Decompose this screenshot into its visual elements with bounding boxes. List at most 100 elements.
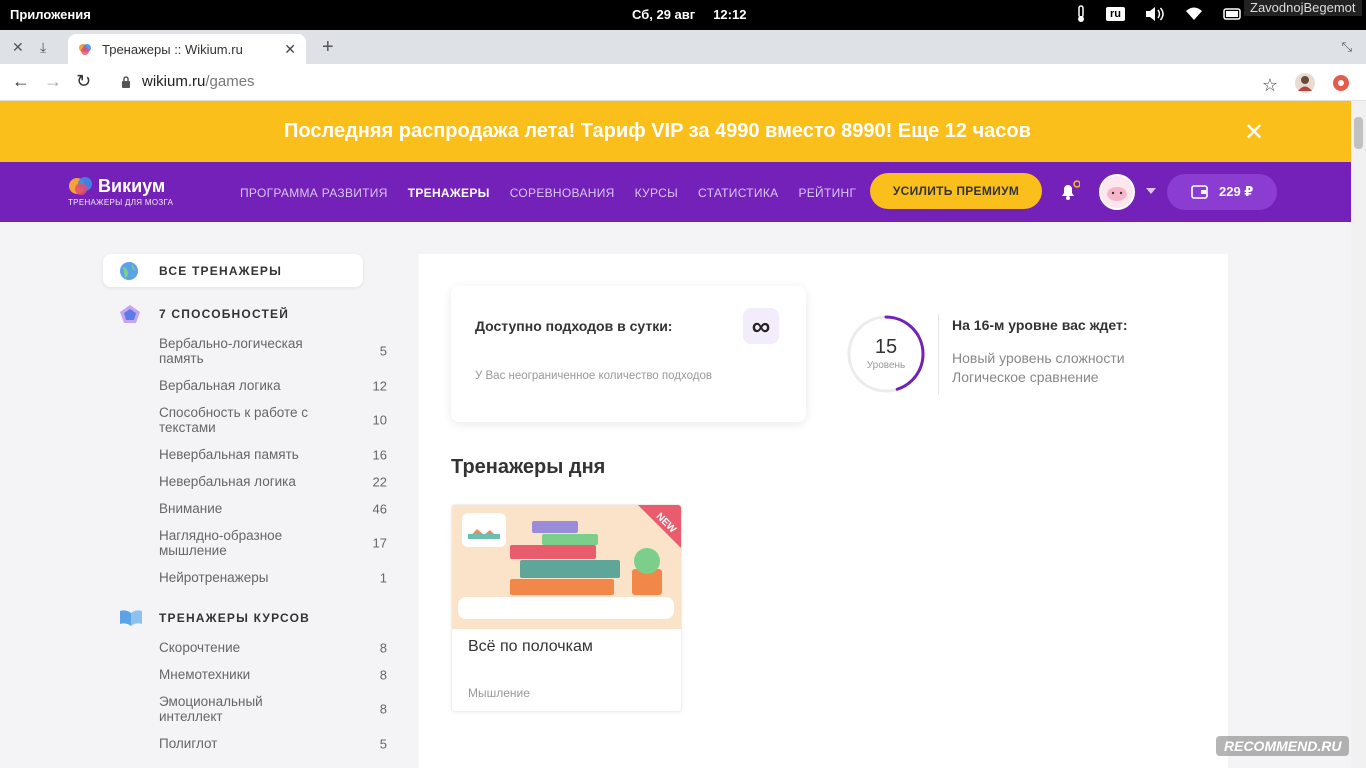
list-item-count: 5 [379, 343, 387, 359]
sidebar-abilities-title: 7 СПОСОБНОСТЕЙ [159, 307, 290, 321]
promo-banner[interactable]: Последняя распродажа лета! Тариф VIP за … [0, 101, 1351, 162]
os-time: 12:12 [713, 7, 747, 22]
keyboard-layout-indicator[interactable]: ru [1106, 7, 1125, 21]
main-nav: ПРОГРАММА РАЗВИТИЯ ТРЕНАЖЕРЫ СОРЕВНОВАНИ… [240, 186, 856, 200]
extension-icon[interactable] [1332, 74, 1350, 97]
game-card[interactable]: NEW Всё по полочкам Мышление [451, 504, 682, 712]
list-item-label: Способность к работе с текстами [159, 405, 309, 435]
profile-avatar-icon[interactable] [1294, 72, 1316, 99]
globe-icon [120, 262, 138, 280]
list-item-label: Внимание [159, 501, 223, 516]
list-item-label: Невербальная память [159, 447, 299, 462]
sidebar-item-neurotrainers[interactable]: Нейротренажеры 1 [159, 570, 389, 585]
close-tab-icon[interactable]: ✕ [284, 41, 296, 58]
os-clock[interactable]: Сб, 29 авг 12:12 [632, 7, 764, 22]
os-date: Сб, 29 авг [632, 7, 696, 22]
wikium-favicon-icon [79, 44, 91, 55]
scrollbar-thumb[interactable] [1354, 117, 1363, 149]
list-item-count: 5 [379, 736, 387, 751]
thermometer-icon[interactable] [1076, 5, 1086, 23]
close-icon[interactable]: ✕ [1244, 118, 1264, 147]
nav-development-program[interactable]: ПРОГРАММА РАЗВИТИЯ [240, 186, 388, 200]
sidebar-item-polyglot[interactable]: Полиглот 5 [159, 736, 389, 751]
list-item-count: 16 [372, 447, 387, 462]
reload-icon[interactable]: ↻ [76, 71, 91, 92]
watermark-logo: RECOMMEND.RU [1216, 736, 1350, 756]
list-item-label: Полиглот [159, 736, 218, 751]
browser-toolbar-right: ☆ [1262, 72, 1350, 99]
nav-competitions[interactable]: СОРЕВНОВАНИЯ [510, 186, 615, 200]
close-window-icon[interactable]: ✕ [12, 39, 24, 56]
sidebar-item-nonverbal-logic[interactable]: Невербальная логика 22 [159, 474, 389, 489]
chevron-down-icon[interactable] [1146, 188, 1156, 194]
site-header: Викиум ТРЕНАЖЕРЫ ДЛЯ МОЗГА ПРОГРАММА РАЗ… [0, 162, 1351, 222]
pentagon-icon [120, 305, 140, 323]
list-item-label: Наглядно-образное мышление [159, 528, 283, 558]
volume-icon[interactable] [1145, 6, 1165, 22]
sidebar-item-all-trainers[interactable]: ВСЕ ТРЕНАЖЕРЫ [103, 254, 363, 287]
list-item-count: 8 [379, 667, 387, 682]
level-number: 15 [874, 336, 898, 358]
game-illustration: NEW [452, 505, 681, 629]
list-item-label: Невербальная логика [159, 474, 296, 489]
divider [938, 314, 939, 394]
level-label: Уровень [866, 360, 906, 371]
nav-courses[interactable]: КУРСЫ [635, 186, 678, 200]
next-level-item: Новый уровень сложности [952, 350, 1125, 366]
browser-tab-bar: ✕ ⤓ Тренажеры :: Wikium.ru ✕ + ⤡ [0, 30, 1366, 64]
url-host: wikium.ru [142, 73, 206, 90]
next-level-item: Логическое сравнение [952, 369, 1099, 385]
list-item-count: 8 [379, 701, 387, 717]
os-user-name[interactable]: ZavodnojBegemot [1244, 0, 1362, 16]
nav-statistics[interactable]: СТАТИСТИКА [698, 186, 778, 200]
restore-window-icon[interactable]: ⤡ [1342, 39, 1352, 55]
bookmark-star-icon[interactable]: ☆ [1262, 75, 1278, 96]
wallet-icon [1191, 185, 1208, 199]
nav-rating[interactable]: РЕЙТИНГ [798, 186, 856, 200]
balance-button[interactable]: 229 ₽ [1167, 174, 1277, 210]
main-panel: Доступно подходов в сутки: ∞ У Вас неогр… [419, 254, 1228, 768]
list-item-count: 1 [379, 570, 387, 585]
address-bar: ← → ↻ wikium.ru/games ☆ [0, 64, 1366, 101]
forward-arrow-icon[interactable]: → [44, 71, 62, 92]
user-avatar[interactable] [1099, 174, 1135, 210]
new-tab-button[interactable]: + [322, 36, 334, 59]
promo-text[interactable]: Последняя распродажа лета! Тариф VIP за … [0, 120, 1315, 143]
url-path: /games [205, 73, 255, 90]
list-item-label: Мнемотехники [159, 667, 251, 682]
sidebar-item-nonverbal-memory[interactable]: Невербальная память 16 [159, 447, 389, 462]
logo-tagline: ТРЕНАЖЕРЫ ДЛЯ МОЗГА [68, 198, 174, 207]
sidebar-item-mnemonics[interactable]: Мнемотехники 8 [159, 667, 389, 682]
list-item-count: 8 [379, 640, 387, 655]
page-scrollbar[interactable] [1351, 101, 1366, 768]
open-book-icon [120, 610, 142, 626]
sidebar-item-verbal-logical-memory[interactable]: Вербально-логическая память 5 [159, 336, 389, 366]
sidebar-item-attention[interactable]: Внимание 46 [159, 501, 389, 516]
battery-icon[interactable] [1223, 6, 1243, 22]
sidebar-courses-title: ТРЕНАЖЕРЫ КУРСОВ [159, 611, 310, 625]
applications-menu[interactable]: Приложения [10, 7, 91, 22]
sidebar-all-label: ВСЕ ТРЕНАЖЕРЫ [159, 264, 283, 278]
sidebar-item-emotional-intelligence[interactable]: Эмоциональный интеллект 8 [159, 694, 389, 724]
back-arrow-icon[interactable]: ← [12, 71, 30, 92]
wifi-icon[interactable] [1185, 7, 1203, 21]
url-field[interactable]: wikium.ru/games [142, 73, 255, 90]
list-item-count: 17 [372, 535, 387, 551]
list-item-count: 46 [372, 501, 387, 516]
logo-name: Викиум [98, 176, 166, 196]
download-icon[interactable]: ⤓ [40, 39, 46, 56]
lock-icon[interactable] [121, 76, 131, 94]
boost-premium-button[interactable]: УСИЛИТЬ ПРЕМИУМ [870, 173, 1042, 209]
attempts-card: Доступно подходов в сутки: ∞ У Вас неогр… [451, 286, 806, 422]
list-item-label: Вербально-логическая память [159, 336, 303, 366]
nav-trainers[interactable]: ТРЕНАЖЕРЫ [408, 186, 490, 200]
logo-icon [69, 177, 92, 195]
browser-tab[interactable]: Тренажеры :: Wikium.ru ✕ [68, 34, 306, 64]
notification-bell-icon[interactable] [1058, 180, 1081, 207]
sidebar-item-text-work[interactable]: Способность к работе с текстами 10 [159, 405, 389, 435]
sidebar-item-verbal-logic[interactable]: Вербальная логика 12 [159, 378, 389, 393]
sidebar-item-speed-reading[interactable]: Скорочтение 8 [159, 640, 389, 655]
sidebar-item-visual-thinking[interactable]: Наглядно-образное мышление 17 [159, 528, 389, 558]
game-category: Мышление [468, 686, 530, 700]
attempts-description: У Вас неограниченное количество подходов [475, 370, 712, 382]
